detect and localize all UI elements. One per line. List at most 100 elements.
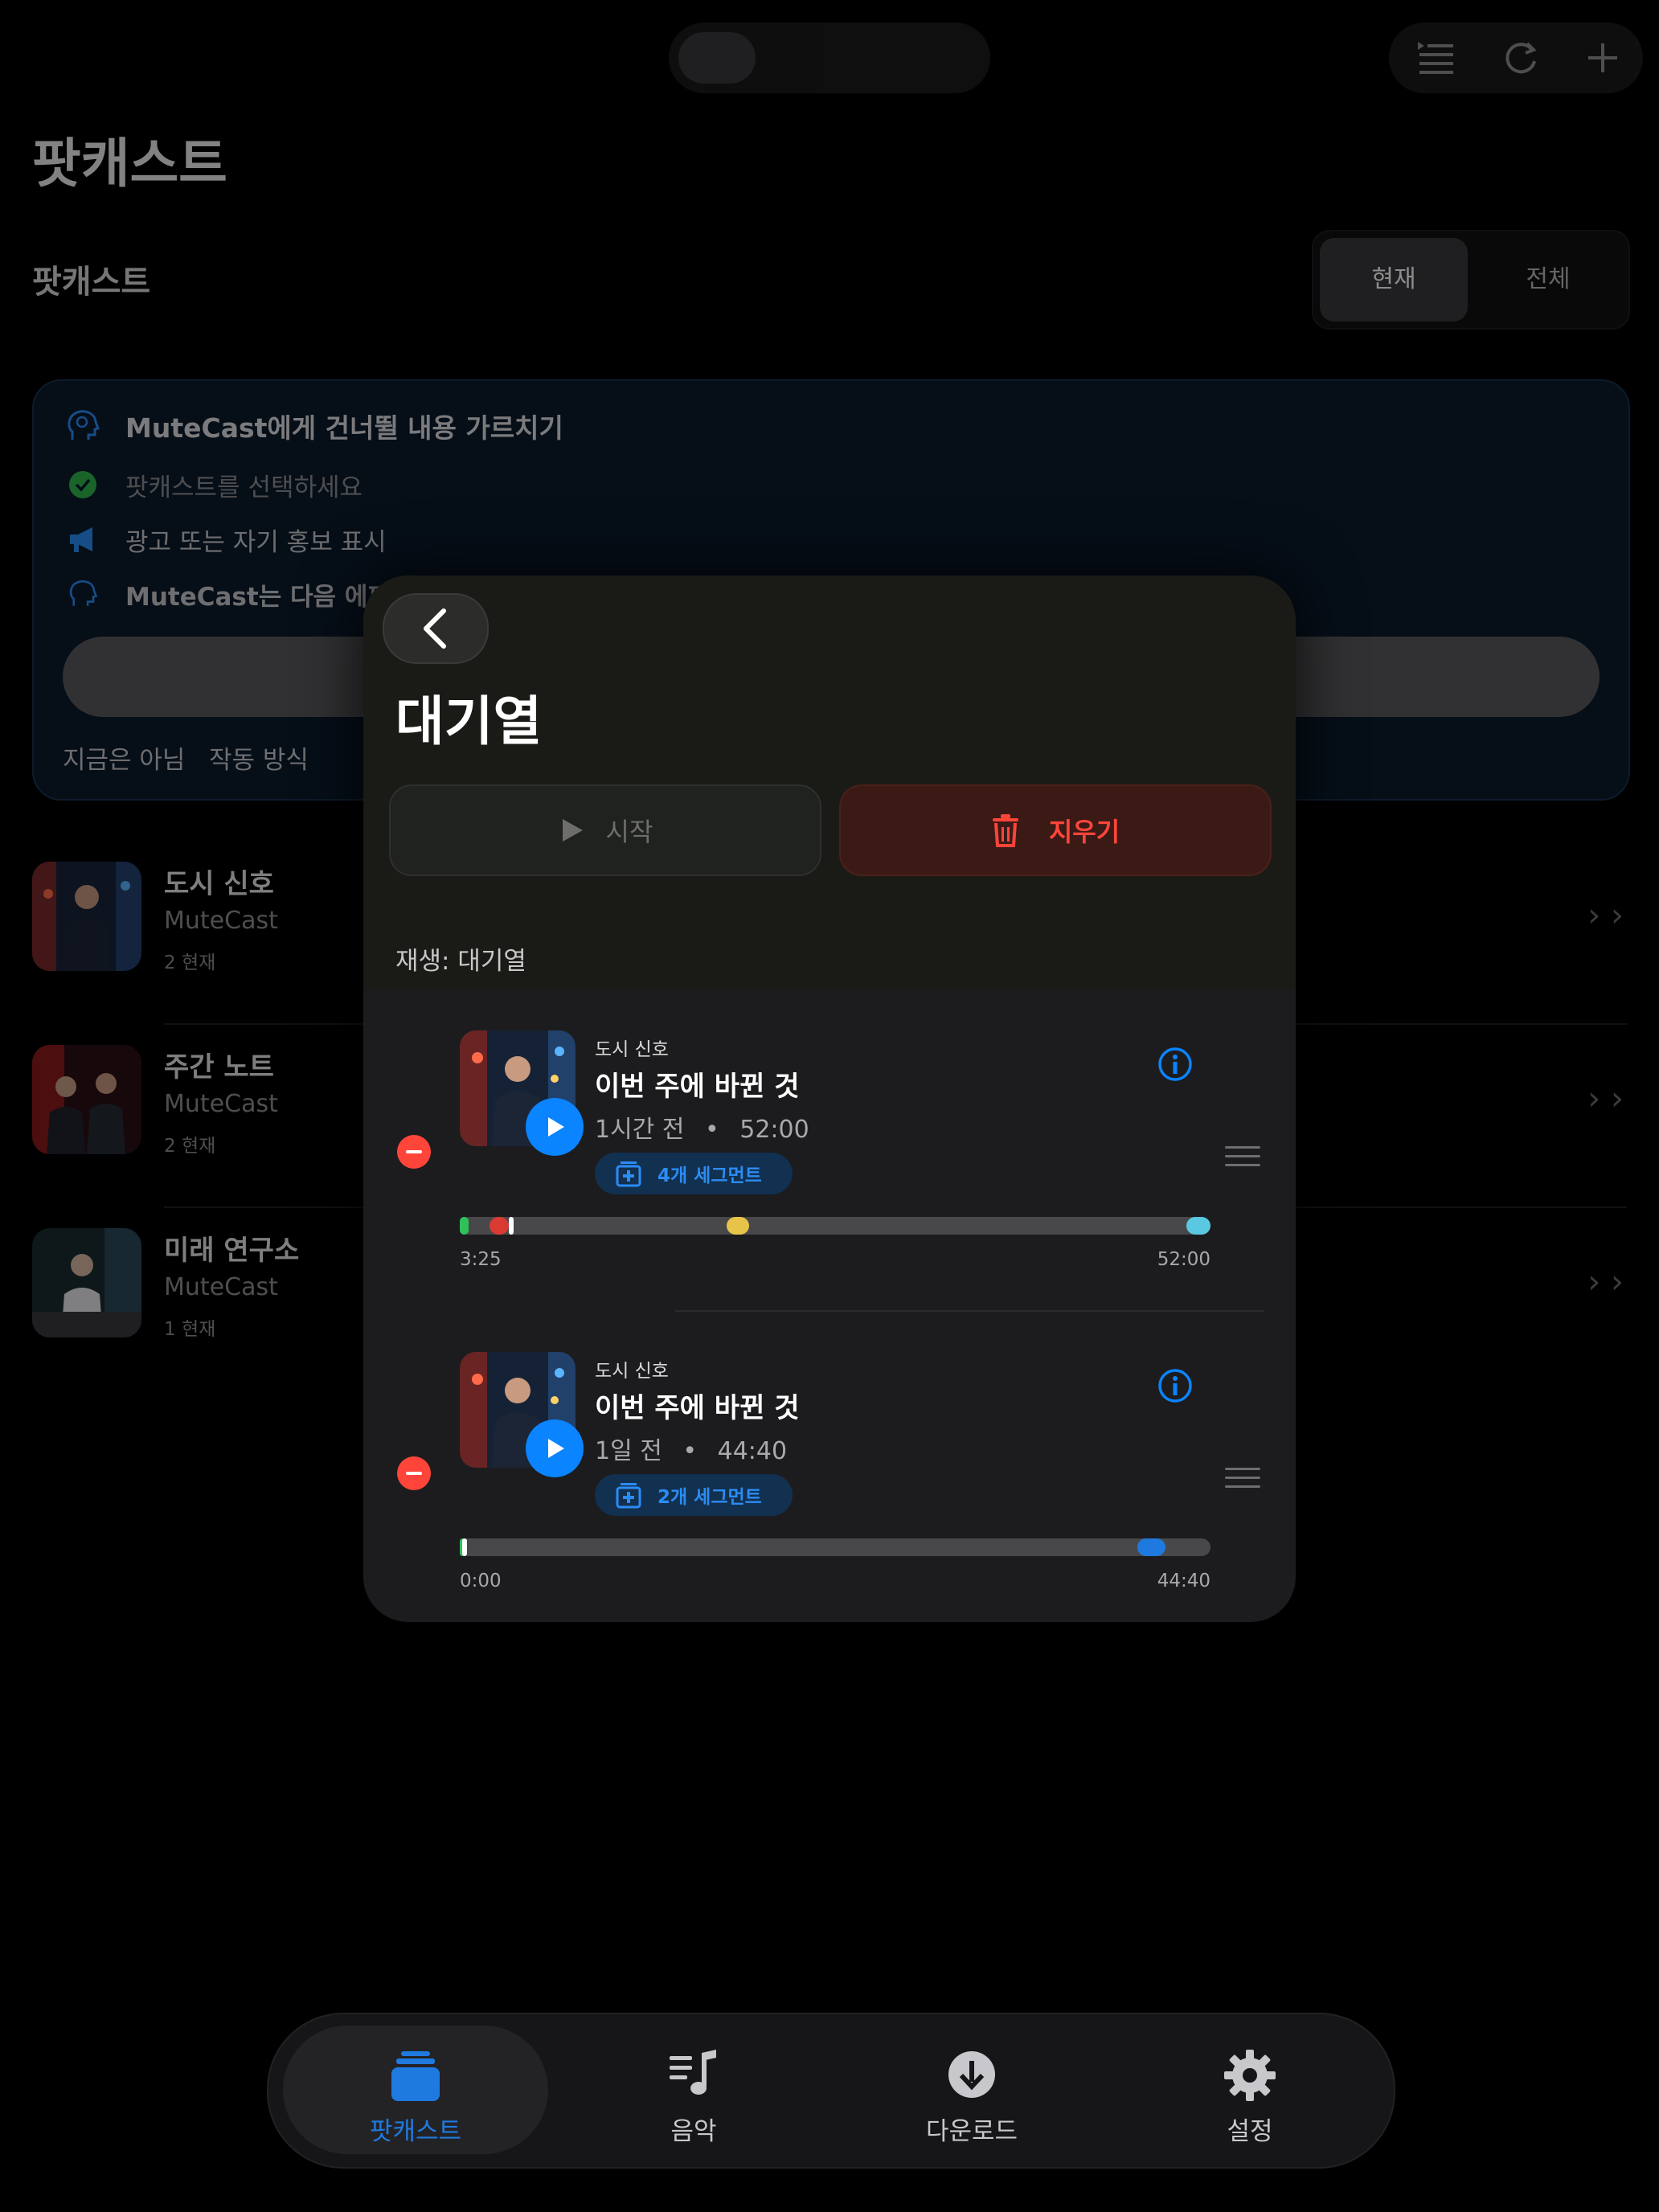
episode-age: 1일 전 xyxy=(595,1437,662,1465)
tab-music[interactable]: 음악 xyxy=(561,2026,826,2154)
info-icon[interactable] xyxy=(1157,1047,1193,1082)
meta-dot: • xyxy=(682,1437,698,1465)
section-title: 팟캐스트 xyxy=(32,264,151,301)
filter-all[interactable]: 전체 xyxy=(1474,238,1622,322)
reorder-handle-icon[interactable] xyxy=(1225,1468,1260,1494)
megaphone-icon xyxy=(64,521,101,558)
play-icon xyxy=(548,1117,564,1137)
episode-play-button[interactable] xyxy=(526,1419,584,1477)
segment-marker xyxy=(461,1538,468,1556)
podcast-count: 1 현재 xyxy=(164,1319,216,1340)
not-now-link[interactable]: 지금은 아님 xyxy=(63,739,185,776)
check-circle-icon xyxy=(64,466,101,503)
teach-step-2: 광고 또는 자기 홍보 표시 xyxy=(64,521,387,558)
remove-icon[interactable] xyxy=(397,1135,431,1169)
teach-card-title-row: MuteCast에게 건너뛸 내용 가르치기 xyxy=(64,407,563,445)
podcast-publisher: MuteCast xyxy=(164,907,278,935)
tab-downloads[interactable]: 다운로드 xyxy=(839,2026,1104,2154)
teach-step-1-label: 팟캐스트를 선택하세요 xyxy=(125,473,363,502)
queue-item[interactable]: 도시 신호 이번 주에 바뀐 것 1시간 전 • 52:00 4개 세그먼트 3… xyxy=(363,1030,1296,1352)
filter-segmented-control: 현재 전체 xyxy=(1312,230,1630,330)
segment-marker xyxy=(508,1217,514,1235)
segments-badge[interactable]: 4개 세그먼트 xyxy=(595,1153,793,1194)
segments-icon xyxy=(616,1483,641,1509)
chevron-left-icon xyxy=(424,608,446,649)
queue-list-icon[interactable] xyxy=(1415,37,1456,79)
segment-marker xyxy=(460,1217,469,1235)
back-button[interactable] xyxy=(383,593,489,664)
filter-current[interactable]: 현재 xyxy=(1320,238,1468,322)
podcast-publisher: MuteCast xyxy=(164,1090,278,1118)
podcasts-stack-icon xyxy=(283,2050,548,2106)
item-divider xyxy=(675,1310,1264,1312)
segment-marker xyxy=(726,1217,749,1235)
meta-dot: • xyxy=(704,1116,719,1144)
queue-sheet-header: 대기열 시작 지우기 재생: 대기열 xyxy=(363,576,1296,990)
teach-step-3: MuteCast는 다음 에피소 xyxy=(64,576,413,612)
teach-step-1: 팟캐스트를 선택하세요 xyxy=(64,466,363,503)
trash-icon xyxy=(992,814,1018,847)
download-circle-icon xyxy=(839,2050,1104,2106)
music-list-icon xyxy=(561,2050,826,2106)
segments-label: 2개 세그먼트 xyxy=(657,1487,762,1508)
tab-settings[interactable]: 설정 xyxy=(1117,2026,1382,2154)
episode-play-button[interactable] xyxy=(526,1098,584,1156)
episode-age: 1시간 전 xyxy=(595,1116,685,1144)
podcast-name: 도시 신호 xyxy=(164,868,274,900)
page-title: 팟캐스트 xyxy=(32,133,227,195)
start-button[interactable]: 시작 xyxy=(389,784,821,876)
queue-title: 대기열 xyxy=(395,690,543,752)
podcast-publisher: MuteCast xyxy=(164,1273,278,1301)
teach-step-2-label: 광고 또는 자기 홍보 표시 xyxy=(125,527,387,557)
tab-label: 다운로드 xyxy=(925,2117,1018,2146)
gear-icon xyxy=(1117,2050,1382,2106)
queue-sheet: 대기열 시작 지우기 재생: 대기열 도시 신호 이번 주에 바뀐 것 1시간 … xyxy=(363,576,1296,1622)
top-drag-pill[interactable] xyxy=(669,23,990,93)
refresh-icon[interactable] xyxy=(1500,37,1542,79)
segments-icon xyxy=(616,1161,641,1187)
segment-marker xyxy=(490,1217,509,1235)
podcast-artwork xyxy=(32,862,141,971)
add-icon[interactable] xyxy=(1582,37,1624,79)
podcast-count: 2 현재 xyxy=(164,1136,216,1157)
segments-label: 4개 세그먼트 xyxy=(657,1165,762,1186)
info-icon[interactable] xyxy=(1157,1368,1193,1403)
pill-knob xyxy=(678,32,756,84)
tab-bar: 팟캐스트 음악 다운로드 설정 xyxy=(267,2013,1395,2169)
play-icon xyxy=(562,819,583,842)
tab-label: 음악 xyxy=(670,2117,717,2146)
progress-start-time: 0:00 xyxy=(460,1571,502,1591)
podcast-count: 2 현재 xyxy=(164,952,216,973)
chevron-right-icon: › › xyxy=(1587,1080,1624,1117)
brain-head-icon xyxy=(64,408,101,444)
top-toolbar xyxy=(1389,23,1643,93)
podcast-name: 주간 노트 xyxy=(164,1051,274,1083)
tab-label: 팟캐스트 xyxy=(369,2117,462,2146)
progress-end-time: 52:00 xyxy=(1157,1249,1210,1270)
progress-track[interactable] xyxy=(460,1217,1210,1235)
podcast-artwork xyxy=(32,1228,141,1337)
episode-duration: 44:40 xyxy=(717,1437,788,1465)
progress-track[interactable] xyxy=(460,1538,1210,1556)
episode-title: 이번 주에 바뀐 것 xyxy=(595,1071,800,1103)
clear-button[interactable]: 지우기 xyxy=(839,784,1272,876)
segments-badge[interactable]: 2개 세그먼트 xyxy=(595,1474,793,1516)
episode-title: 이번 주에 바뀐 것 xyxy=(595,1392,800,1424)
reorder-handle-icon[interactable] xyxy=(1225,1146,1260,1173)
progress-start-time: 3:25 xyxy=(460,1249,502,1270)
tab-label: 설정 xyxy=(1227,2117,1273,2146)
segment-marker xyxy=(1186,1217,1210,1235)
start-button-label: 시작 xyxy=(605,817,653,847)
episode-duration: 52:00 xyxy=(739,1116,809,1144)
podcast-name: 미래 연구소 xyxy=(164,1235,300,1267)
playing-queue-label: 재생: 대기열 xyxy=(395,947,526,976)
queue-item[interactable]: 도시 신호 이번 주에 바뀐 것 1일 전 • 44:40 2개 세그먼트 0:… xyxy=(363,1352,1296,1622)
episode-meta: 1시간 전 • 52:00 xyxy=(595,1109,809,1145)
remove-icon[interactable] xyxy=(397,1456,431,1490)
podcast-artwork xyxy=(32,1045,141,1154)
how-it-works-link[interactable]: 작동 방식 xyxy=(209,739,309,776)
brain-head-icon xyxy=(64,576,101,612)
tab-podcasts[interactable]: 팟캐스트 xyxy=(283,2026,548,2154)
episode-show-name: 도시 신호 xyxy=(595,1039,669,1060)
chevron-right-icon: › › xyxy=(1587,1264,1624,1301)
